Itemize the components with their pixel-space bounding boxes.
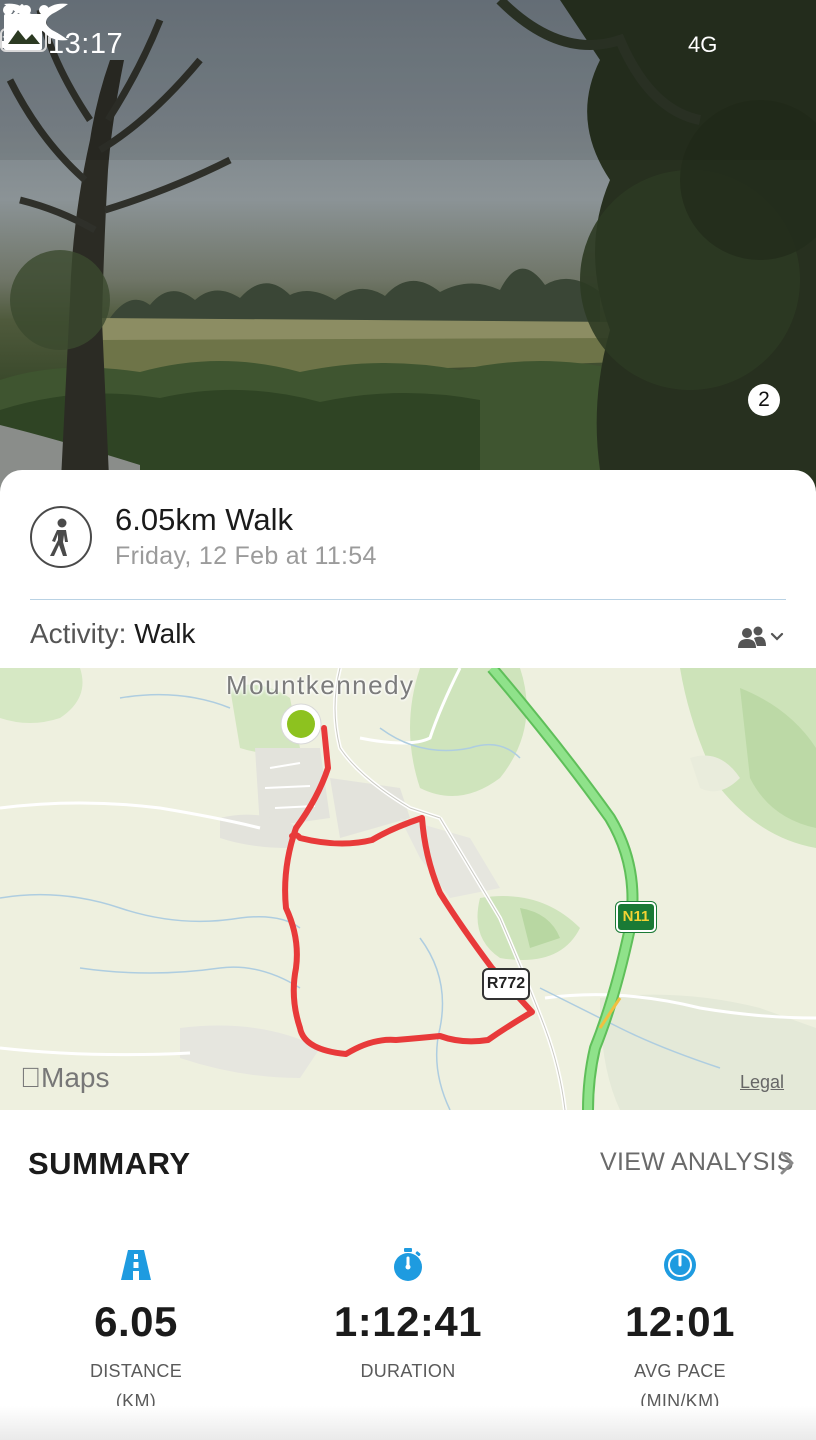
workout-card: 6.05km Walk Friday, 12 Feb at 11:54 Acti… [0, 470, 816, 668]
apple-logo-icon:  [20, 1062, 41, 1093]
map-canvas [0, 668, 816, 1110]
status-bar: 13:17 4G [0, 28, 816, 68]
distance-value: 6.05 [94, 1298, 178, 1345]
workout-date: Friday, 12 Feb at 11:54 [115, 542, 377, 570]
summary-title: SUMMARY [28, 1146, 191, 1181]
bottom-fade [0, 1406, 816, 1440]
stat-distance: 6.05 DISTANCE (KM) [16, 1248, 256, 1416]
landscape-image [0, 0, 816, 500]
activity-label: Activity: [30, 618, 127, 649]
apple-maps-logo: Maps [20, 1062, 109, 1094]
chevron-right-icon[interactable] [778, 1150, 796, 1176]
distance-label: DISTANCE [89, 1361, 183, 1381]
photo-count-badge[interactable]: 2 [748, 384, 780, 416]
road-badge-n11: N11 [616, 902, 656, 932]
road-badge-r772: R772 [482, 968, 530, 1000]
photo-gallery-icon[interactable] [0, 0, 60, 54]
view-analysis-link[interactable]: VIEW ANALYSIS [600, 1148, 794, 1177]
divider [30, 599, 786, 600]
stat-duration: 1:12:41 DURATION [288, 1248, 528, 1386]
avg-pace-label: AVG PACE [634, 1361, 726, 1381]
workout-title: 6.05km Walk [115, 502, 294, 537]
legal-link[interactable]: Legal [740, 1072, 784, 1093]
map-place-label: Mountkennedy [226, 670, 415, 700]
activity-type-row[interactable]: Activity: Walk [30, 618, 195, 650]
avg-pace-value: 12:01 [625, 1298, 735, 1345]
walking-person-icon [30, 506, 92, 568]
speedometer-icon [664, 1249, 696, 1281]
activity-value: Walk [134, 618, 196, 649]
stopwatch-icon [394, 1248, 422, 1281]
road-icon [121, 1250, 151, 1280]
network-type: 4G [688, 32, 718, 57]
hero-photo: 13:17 4G 2 [0, 0, 816, 500]
friends-privacy-icon[interactable] [736, 624, 786, 652]
maps-logo-text: Maps [20, 1062, 109, 1093]
stat-avg-pace: 12:01 AVG PACE (MIN/KM) [560, 1248, 800, 1416]
duration-value: 1:12:41 [333, 1298, 483, 1345]
route-map[interactable]: Mountkennedy N11 R772 Maps Legal [0, 668, 816, 1110]
duration-label: DURATION [360, 1361, 456, 1381]
